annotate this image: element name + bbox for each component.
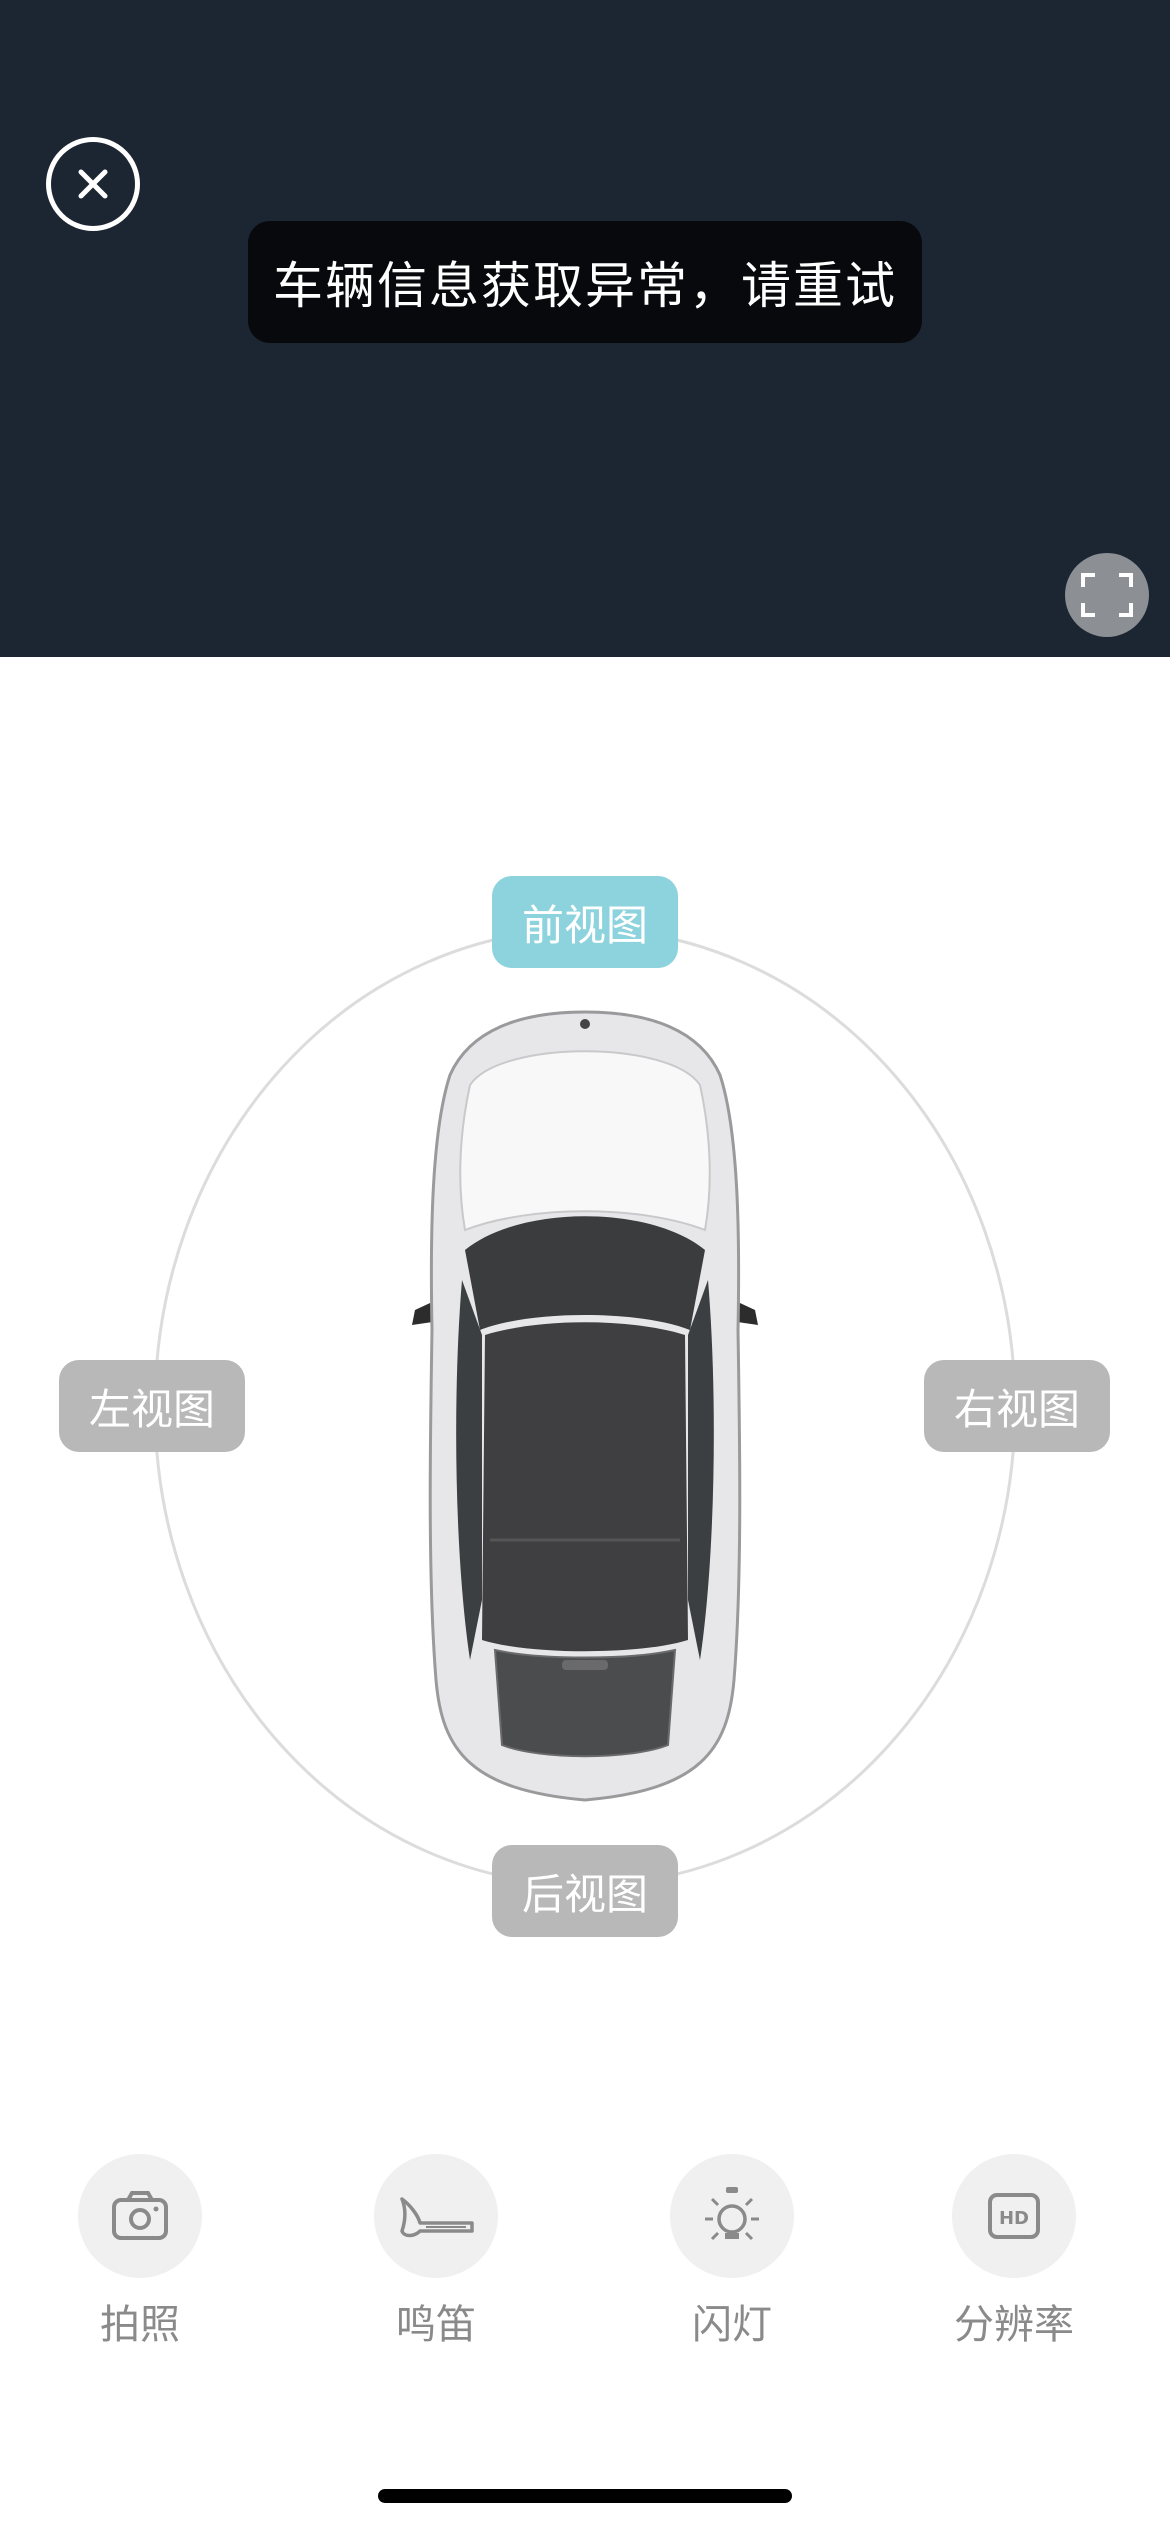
flash-control[interactable]: 闪灯 <box>642 2154 822 2350</box>
horn-icon <box>400 2197 474 2238</box>
fullscreen-icon <box>1081 573 1133 617</box>
resolution-label: 分辨率 <box>954 2302 1074 2348</box>
view-orbit-ellipse <box>153 927 1017 1887</box>
toast-message: 车辆信息获取异常，请重试 <box>273 257 897 315</box>
close-button[interactable] <box>46 137 140 231</box>
photo-button[interactable] <box>78 2154 202 2278</box>
horn-control[interactable]: 鸣笛 <box>346 2154 526 2350</box>
hd-icon: HD <box>988 2193 1040 2239</box>
resolution-button[interactable]: HD <box>952 2154 1076 2278</box>
rear-view-button[interactable]: 后视图 <box>492 1845 678 1937</box>
svg-text:HD: HD <box>999 2208 1029 2229</box>
flash-label: 闪灯 <box>692 2302 772 2348</box>
photo-control[interactable]: 拍照 <box>50 2154 230 2350</box>
camera-icon <box>112 2191 168 2240</box>
horn-label: 鸣笛 <box>396 2302 476 2348</box>
light-icon <box>705 2187 759 2241</box>
resolution-control[interactable]: HD 分辨率 <box>924 2154 1104 2350</box>
camera-preview-area: 车辆信息获取异常，请重试 <box>0 0 1170 657</box>
photo-label: 拍照 <box>100 2302 180 2348</box>
error-toast: 车辆信息获取异常，请重试 <box>248 221 922 343</box>
horn-button[interactable] <box>374 2154 498 2278</box>
left-view-button[interactable]: 左视图 <box>59 1360 245 1452</box>
home-indicator[interactable] <box>378 2489 792 2503</box>
fullscreen-button[interactable] <box>1065 553 1149 637</box>
right-view-button[interactable]: 右视图 <box>924 1360 1110 1452</box>
front-view-button[interactable]: 前视图 <box>492 876 678 968</box>
close-icon <box>78 169 108 199</box>
flash-button[interactable] <box>670 2154 794 2278</box>
